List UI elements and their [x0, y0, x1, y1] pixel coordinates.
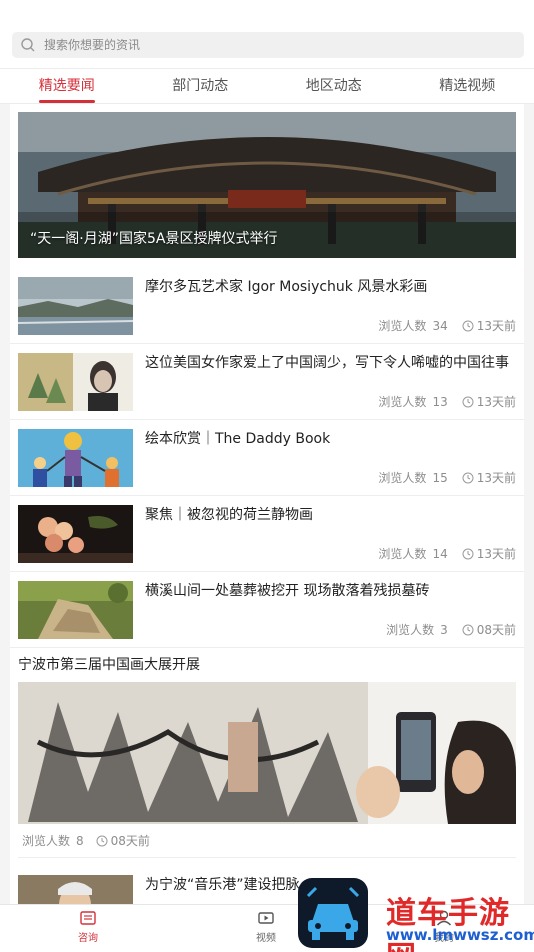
news-list: “天一阁·月湖”国家5A景区授牌仪式举行 摩尔多瓦艺术家 Igor Mosiyc… [10, 104, 524, 904]
nav-news[interactable]: 咨询 [48, 909, 128, 944]
tab-featured-videos[interactable]: 精选视频 [401, 69, 534, 103]
news-thumbnail [18, 277, 133, 335]
news-icon [80, 911, 96, 925]
watermark-url: www.lmwwsz.com [386, 926, 534, 944]
clock-icon [462, 472, 474, 483]
tab-bar: 精选要闻 部门动态 地区动态 精选视频 [0, 68, 534, 104]
views-label: 浏览人数 [378, 395, 427, 409]
tab-department-news[interactable]: 部门动态 [134, 69, 268, 103]
news-item[interactable]: 这位美国女作家爱上了中国阔少，写下令人唏嘘的中国往事 浏览人数 13 13天前 [10, 344, 524, 420]
views-label: 浏览人数 [378, 547, 427, 561]
tab-featured-news[interactable]: 精选要闻 [0, 69, 134, 103]
views-label: 浏览人数 [378, 471, 427, 485]
search-input[interactable]: 搜索你想要的资讯 [12, 32, 524, 58]
clock-icon [462, 396, 474, 407]
watermark-logo [298, 878, 368, 948]
tab-regional-news[interactable]: 地区动态 [267, 69, 401, 103]
news-thumbnail [18, 505, 133, 563]
watermark: 道车手游网 www.lmwwsz.com [298, 878, 534, 952]
nav-video[interactable]: 视频 [226, 909, 306, 944]
publish-time: 13天前 [476, 319, 516, 333]
views-label: 浏览人数 [386, 623, 435, 637]
news-title: 绘本欣赏｜The Daddy Book [145, 431, 331, 447]
news-meta: 浏览人数 3 08天前 [386, 621, 516, 638]
video-icon [258, 912, 274, 924]
clock-icon [96, 835, 108, 846]
news-title: 聚焦｜被忽视的荷兰静物画 [145, 507, 313, 523]
featured-news-item[interactable]: 宁波市第三届中国画大展开展 浏览人数 8 08天前 [10, 648, 524, 858]
views-count: 14 [432, 546, 448, 561]
views-label: 浏览人数 [22, 834, 71, 848]
news-title: 摩尔多瓦艺术家 Igor Mosiychuk 风景水彩画 [145, 279, 428, 295]
publish-time: 13天前 [476, 471, 516, 485]
news-item[interactable]: 聚焦｜被忽视的荷兰静物画 浏览人数 14 13天前 [10, 496, 524, 572]
publish-time: 13天前 [476, 547, 516, 561]
views-count: 3 [440, 622, 448, 637]
clock-icon [462, 320, 474, 331]
hero-title: “天一阁·月湖”国家5A景区授牌仪式举行 [30, 231, 278, 247]
news-meta: 浏览人数 15 13天前 [378, 469, 516, 486]
news-title: 横溪山间一处墓葬被挖开 现场散落着残损墓砖 [145, 583, 430, 599]
views-count: 8 [76, 833, 84, 848]
news-thumbnail [18, 581, 133, 639]
news-thumbnail [18, 429, 133, 487]
views-count: 15 [432, 470, 448, 485]
hero-banner[interactable]: “天一阁·月湖”国家5A景区授牌仪式举行 [18, 112, 516, 258]
news-item[interactable]: 绘本欣赏｜The Daddy Book 浏览人数 15 13天前 [10, 420, 524, 496]
search-header: 搜索你想要的资讯 [0, 0, 534, 68]
clock-icon [462, 548, 474, 559]
featured-title: 宁波市第三届中国画大展开展 [18, 657, 200, 673]
views-count: 34 [432, 318, 448, 333]
news-meta: 浏览人数 14 13天前 [378, 545, 516, 562]
news-title: 这位美国女作家爱上了中国阔少，写下令人唏嘘的中国往事 [145, 355, 509, 371]
news-thumbnail [18, 353, 133, 411]
news-feed[interactable]: “天一阁·月湖”国家5A景区授牌仪式举行 摩尔多瓦艺术家 Igor Mosiyc… [0, 104, 534, 904]
search-icon [21, 38, 35, 52]
nav-label: 视频 [256, 933, 276, 944]
publish-time: 13天前 [476, 395, 516, 409]
news-meta: 浏览人数 13 13天前 [378, 393, 516, 410]
views-label: 浏览人数 [378, 319, 427, 333]
news-thumbnail [18, 875, 133, 904]
publish-time: 08天前 [110, 834, 150, 848]
news-meta: 浏览人数 34 13天前 [378, 317, 516, 334]
featured-meta: 浏览人数 8 08天前 [18, 824, 516, 858]
news-item[interactable]: 横溪山间一处墓葬被挖开 现场散落着残损墓砖 浏览人数 3 08天前 [10, 572, 524, 648]
views-count: 13 [432, 394, 448, 409]
featured-image [18, 682, 516, 824]
publish-time: 08天前 [476, 623, 516, 637]
search-placeholder: 搜索你想要的资讯 [44, 38, 141, 52]
news-item[interactable]: 摩尔多瓦艺术家 Igor Mosiychuk 风景水彩画 浏览人数 34 13天… [10, 268, 524, 344]
clock-icon [462, 624, 474, 635]
nav-label: 咨询 [78, 933, 98, 944]
